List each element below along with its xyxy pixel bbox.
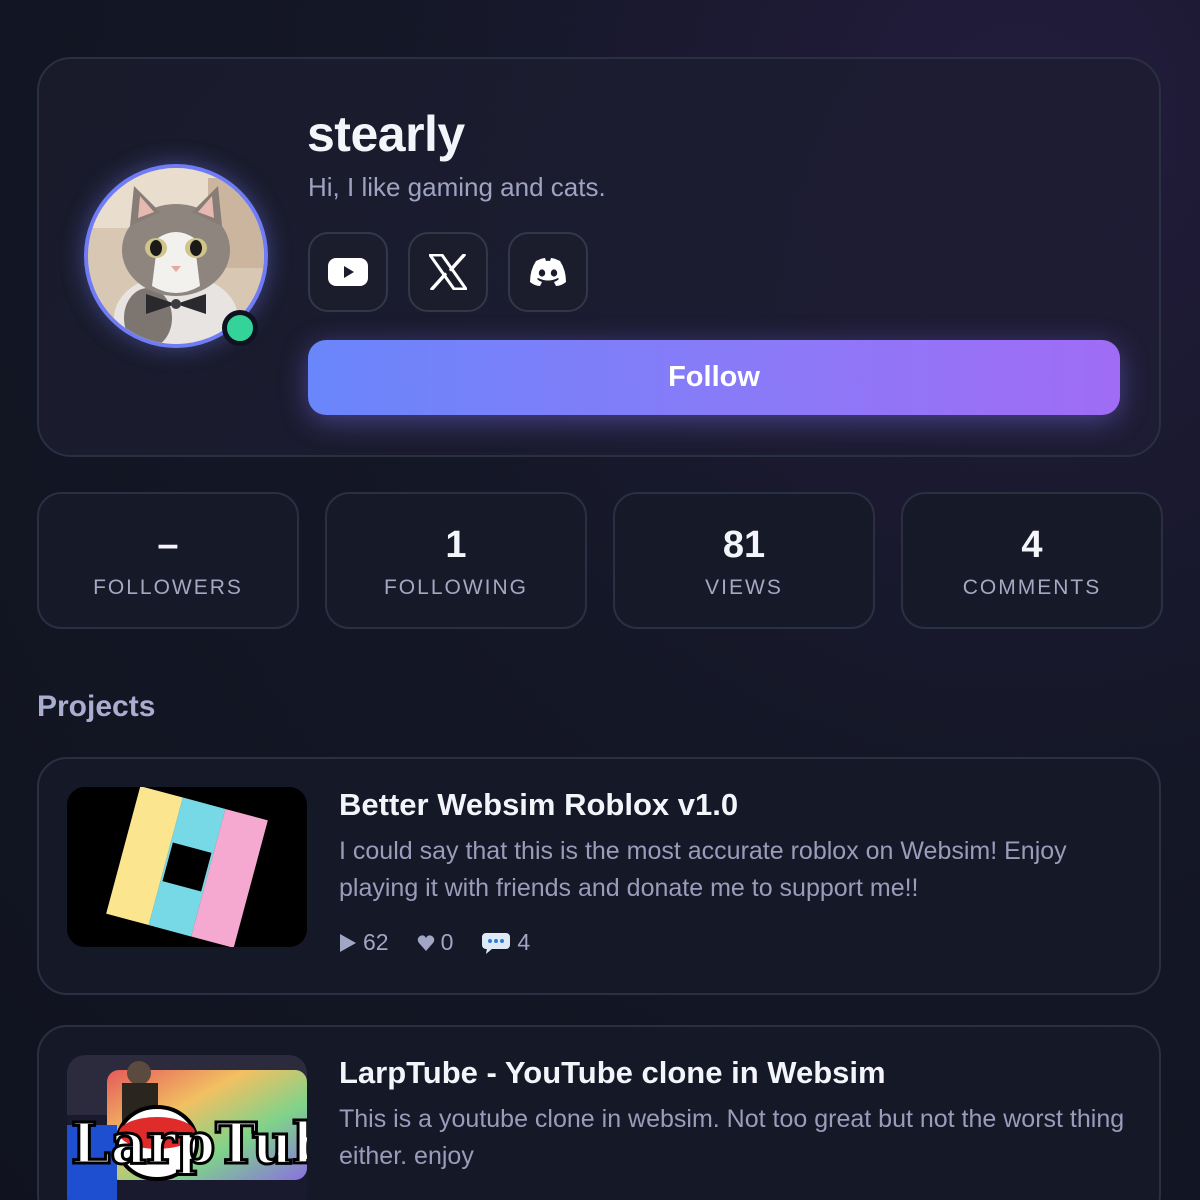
stat-comments: 4 COMMENTS [901,492,1163,629]
project-title[interactable]: LarpTube - YouTube clone in Websim [339,1055,886,1091]
x-button[interactable] [408,232,488,312]
discord-button[interactable] [508,232,588,312]
project-title[interactable]: Better Websim Roblox v1.0 [339,787,738,823]
project-stats: 62 0 4 [339,929,558,956]
thumbnail-text: LarpTube [71,1111,307,1177]
stat-followers: – FOLLOWERS [37,492,299,629]
stat-following: 1 FOLLOWING [325,492,587,629]
follow-button[interactable]: Follow [308,340,1120,415]
profile-username: stearly [307,106,465,162]
project-card[interactable]: Better Websim Roblox v1.0 I could say th… [37,757,1161,995]
social-links [308,232,588,312]
avatar-container [84,164,268,348]
x-icon [429,254,467,290]
heart-icon [417,934,434,951]
larptube-thumbnail: LarpTube [67,1055,307,1200]
project-description: This is a youtube clone in websim. Not t… [339,1105,1125,1170]
project-card[interactable]: LarpTube LarpTube - YouTube clone in Web… [37,1025,1161,1200]
profile-bio: Hi, I like gaming and cats. [308,172,606,202]
stat-views: 81 VIEWS [613,492,875,629]
plays-count: 62 [339,929,389,956]
stat-value: 81 [722,524,766,566]
stat-label: VIEWS [705,576,783,599]
comment-icon [482,932,511,954]
project-description: I could say that this is the most accura… [339,837,1067,902]
projects-section-title: Projects [37,690,156,723]
play-icon [340,933,356,952]
project-thumbnail[interactable] [67,787,307,947]
youtube-button[interactable] [308,232,388,312]
likes-count: 0 [417,929,454,956]
stat-value: – [157,524,179,566]
stat-label: FOLLOWING [383,576,528,599]
plays-value: 62 [363,929,389,955]
roblox-logo-thumbnail [67,787,307,947]
discord-icon [530,258,566,286]
stat-label: FOLLOWERS [93,576,243,599]
profile-card: stearly Hi, I like gaming and cats. Foll… [37,57,1161,457]
stat-value: 4 [1021,524,1043,566]
comments-value: 4 [517,929,531,955]
online-status-indicator [222,310,258,346]
youtube-icon [328,258,368,286]
stat-label: COMMENTS [962,576,1102,599]
stat-value: 1 [445,524,467,566]
project-thumbnail[interactable]: LarpTube [67,1055,307,1200]
likes-value: 0 [440,929,454,955]
comments-count: 4 [481,929,530,956]
